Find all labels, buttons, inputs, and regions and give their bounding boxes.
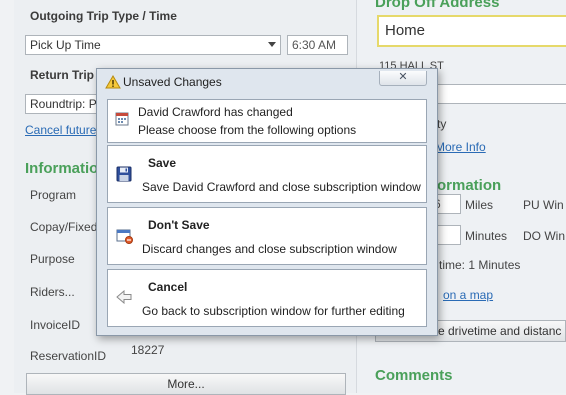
- right-information-heading: ormation: [437, 177, 502, 194]
- comments-heading: Comments: [375, 367, 453, 384]
- minutes-label: Minutes: [465, 229, 508, 243]
- dont-save-option-button[interactable]: Don't Save Discard changes and close sub…: [107, 207, 427, 265]
- return-trip-label: Return Trip: [30, 68, 95, 82]
- field-label-invoice-id: InvoiceID: [30, 318, 81, 332]
- on-a-map-link[interactable]: on a map: [443, 288, 493, 302]
- dialog-title: Unsaved Changes: [123, 75, 222, 89]
- save-option-button[interactable]: Save Save David Crawford and close subsc…: [107, 145, 427, 203]
- cancel-option-description: Go back to subscription window for furth…: [142, 304, 405, 318]
- dont-save-option-title: Don't Save: [148, 218, 210, 232]
- outgoing-type-value: Pick Up Time: [30, 38, 101, 52]
- drive-time-text: time: 1 Minutes: [439, 258, 521, 272]
- save-option-description: Save David Crawford and close subscripti…: [142, 180, 421, 194]
- dialog-message-line2: Please choose from the following options: [138, 123, 357, 137]
- dialog-message: David Crawford has changed Please choose…: [107, 99, 427, 143]
- city-fragment: ty: [437, 117, 447, 131]
- unsaved-changes-dialog: Unsaved Changes ✕ David Crawford has cha…: [96, 68, 438, 336]
- more-info-link[interactable]: More Info: [435, 140, 486, 154]
- back-arrow-icon: [116, 289, 132, 307]
- field-label-riders[interactable]: Riders...: [30, 285, 75, 299]
- do-win-label: DO Win: [523, 229, 565, 243]
- cancel-option-button[interactable]: Cancel Go back to subscription window fo…: [107, 269, 427, 327]
- field-label-copay: Copay/Fixed: [30, 220, 98, 234]
- floppy-disk-icon: [116, 166, 132, 185]
- field-label-reservation-id: ReservationID: [30, 349, 107, 363]
- field-label-program: Program: [30, 188, 77, 202]
- more-button[interactable]: More...: [26, 373, 346, 395]
- warning-icon: [105, 75, 121, 92]
- close-button[interactable]: ✕: [379, 71, 427, 86]
- discard-window-icon: [116, 228, 134, 247]
- miles-label: Miles: [465, 198, 494, 212]
- dialog-message-line1: David Crawford has changed: [138, 105, 293, 119]
- outgoing-time-value: 6:30 AM: [292, 38, 337, 52]
- close-icon: ✕: [398, 71, 408, 83]
- reservation-id-value: 18227: [131, 343, 165, 357]
- outgoing-trip-type-label: Outgoing Trip Type / Time: [30, 9, 177, 23]
- cancel-future-link[interactable]: Cancel future: [25, 123, 96, 137]
- outgoing-type-select[interactable]: Pick Up Time: [25, 35, 281, 55]
- dont-save-option-description: Discard changes and close subscription w…: [142, 242, 397, 256]
- information-heading: Informatio: [25, 160, 99, 177]
- drivetime-button-label: e drivetime and distanc: [438, 324, 562, 338]
- field-label-purpose: Purpose: [30, 252, 75, 266]
- pu-win-label: PU Win: [523, 198, 564, 212]
- cancel-option-title: Cancel: [148, 280, 188, 294]
- calendar-icon: [115, 112, 129, 129]
- chevron-down-icon: [268, 42, 276, 47]
- drop-off-input[interactable]: Home: [377, 15, 566, 47]
- return-trip-value: Roundtrip: P: [30, 97, 97, 111]
- drop-off-input-value: Home: [385, 22, 426, 39]
- save-option-title: Save: [148, 156, 177, 170]
- outgoing-time-input[interactable]: 6:30 AM: [287, 35, 348, 55]
- drop-off-heading: Drop Off Address: [375, 0, 500, 11]
